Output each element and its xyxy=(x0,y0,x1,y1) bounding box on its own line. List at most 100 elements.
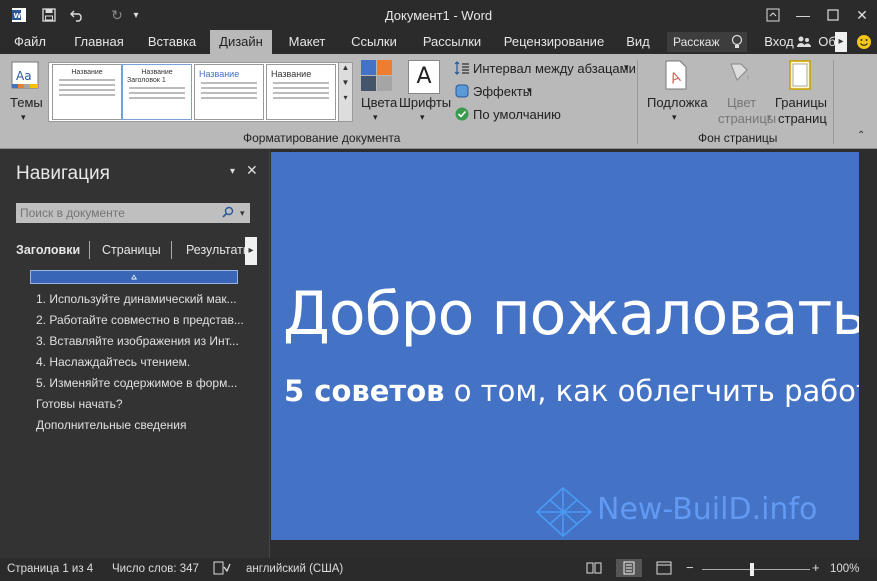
ribbon-tabs: Файл Главная Вставка Дизайн Макет Ссылки… xyxy=(0,30,877,54)
ribbon-display-icon[interactable] xyxy=(758,0,788,30)
tab-divider xyxy=(171,241,172,259)
group-page-background: Фон страницы xyxy=(698,131,778,145)
fonts-label[interactable]: Шрифты xyxy=(399,95,451,110)
zoom-slider-thumb[interactable] xyxy=(750,563,754,576)
zoom-level[interactable]: 100% xyxy=(830,563,859,575)
proofing-icon[interactable] xyxy=(213,561,231,578)
status-bar: Страница 1 из 4 Число слов: 347 английск… xyxy=(0,558,877,581)
paragraph-spacing-dropdown-icon[interactable]: ▾ xyxy=(624,62,629,73)
themes-dropdown-icon[interactable]: ▾ xyxy=(21,112,26,123)
document-search-input[interactable] xyxy=(16,203,250,223)
gallery-down-icon[interactable]: ▼ xyxy=(339,78,352,87)
zoom-in-icon[interactable]: + xyxy=(812,560,820,575)
page-borders-icon[interactable] xyxy=(789,60,811,93)
search-options-icon[interactable]: ▾ xyxy=(240,208,245,219)
collapse-headings-icon[interactable]: ⩠ xyxy=(30,270,238,284)
watermark-dropdown-icon[interactable]: ▾ xyxy=(672,112,677,123)
effects-button[interactable]: Эффекты xyxy=(473,84,532,99)
gallery-scroll[interactable]: ▲ ▼ ▾ xyxy=(338,62,353,122)
fonts-icon[interactable]: A xyxy=(408,60,440,94)
search-icon[interactable] xyxy=(222,206,234,221)
tab-view[interactable]: Вид xyxy=(620,30,656,54)
collapse-ribbon-icon[interactable]: ⌃ xyxy=(857,130,865,141)
heading-item[interactable]: 4. Наслаждайтесь чтением. xyxy=(36,355,190,369)
svg-text:Aa: Aa xyxy=(16,69,32,83)
tell-me-input[interactable]: Расскаж xyxy=(667,32,747,52)
minimize-icon[interactable]: — xyxy=(788,0,818,30)
page-count[interactable]: Страница 1 из 4 xyxy=(7,563,93,575)
style-gallery-item[interactable]: Название xyxy=(52,64,122,120)
maximize-icon[interactable] xyxy=(818,0,848,30)
signin-link[interactable]: Вход xyxy=(762,30,796,54)
group-document-formatting: Форматирование документа xyxy=(243,131,401,145)
watermark-label[interactable]: Подложка xyxy=(647,95,708,110)
close-icon[interactable]: ✕ xyxy=(847,0,877,30)
web-layout-icon[interactable] xyxy=(656,561,672,578)
gallery-item-title: Название xyxy=(271,69,312,79)
window-title: Документ1 - Word xyxy=(384,8,493,23)
page-borders-label[interactable]: Границы xyxy=(775,95,827,110)
tab-insert[interactable]: Вставка xyxy=(140,30,204,54)
watermark-text: New-BuilD.info xyxy=(597,492,818,527)
gallery-item-title: Название xyxy=(199,69,240,79)
title-bar: W ↻ ▾ Документ1 - Word — ✕ xyxy=(0,0,877,30)
effects-dropdown-icon[interactable]: ▾ xyxy=(527,85,532,96)
tabs-scroll-right-icon[interactable]: ▸ xyxy=(245,237,257,265)
document-heading: Добро пожаловать xyxy=(283,279,859,349)
heading-item[interactable]: 3. Вставляйте изображения из Инт... xyxy=(36,334,239,348)
tab-home[interactable]: Главная xyxy=(66,30,132,54)
gallery-more-icon[interactable]: ▾ xyxy=(339,93,352,102)
tab-results[interactable]: Результать xyxy=(186,243,249,257)
colors-dropdown-icon[interactable]: ▾ xyxy=(373,112,378,123)
style-gallery-item[interactable]: Название xyxy=(266,64,336,120)
gallery-item-subtitle: Заголовок 1 xyxy=(127,77,166,84)
zoom-slider-track[interactable] xyxy=(702,569,810,570)
heading-item[interactable]: 2. Работайте совместно в представ... xyxy=(36,313,244,327)
share-button[interactable]: Об xyxy=(818,30,836,54)
heading-item[interactable]: 5. Изменяйте содержимое в форм... xyxy=(36,376,237,390)
heading-item[interactable]: Готовы начать? xyxy=(36,397,123,411)
document-page[interactable]: Добро пожаловать 5 советов о том, как об… xyxy=(271,152,859,540)
colors-button[interactable] xyxy=(361,60,393,95)
tabs-scroll-right-icon[interactable]: ▸ xyxy=(835,32,847,52)
set-as-default-button[interactable]: По умолчанию xyxy=(473,107,561,122)
page-borders-label-2[interactable]: страниц xyxy=(778,111,827,126)
tab-mailings[interactable]: Рассылки xyxy=(414,30,490,54)
navigation-pane: Навигация ▾ ✕ ▾ Заголовки Страницы Резул… xyxy=(0,149,270,558)
style-gallery-item[interactable]: Название xyxy=(194,64,264,120)
themes-label: Темы xyxy=(10,95,43,110)
checkmark-icon xyxy=(455,107,469,124)
language-indicator[interactable]: английский (США) xyxy=(246,563,343,575)
pane-options-icon[interactable]: ▾ xyxy=(230,166,235,177)
tab-references[interactable]: Ссылки xyxy=(344,30,404,54)
style-gallery-item[interactable]: Название Заголовок 1 xyxy=(122,64,192,120)
tab-headings[interactable]: Заголовки xyxy=(16,243,80,257)
watermark-logo-icon xyxy=(533,484,595,540)
gallery-up-icon[interactable]: ▲ xyxy=(339,63,352,72)
page-color-icon xyxy=(727,60,753,93)
zoom-out-icon[interactable]: − xyxy=(686,560,694,575)
heading-item[interactable]: Дополнительные сведения xyxy=(36,418,186,432)
smiley-icon[interactable] xyxy=(856,34,872,53)
read-mode-icon[interactable] xyxy=(586,561,602,578)
themes-button[interactable]: Aa xyxy=(10,60,42,95)
fonts-dropdown-icon[interactable]: ▾ xyxy=(420,112,425,123)
people-icon xyxy=(796,35,812,52)
paragraph-spacing-button[interactable]: Интервал между абзацами xyxy=(473,61,636,76)
subtitle-bold: 5 советов xyxy=(284,374,445,408)
heading-item[interactable]: 1. Используйте динамический мак... xyxy=(36,292,237,306)
gallery-item-title: Название xyxy=(71,69,103,76)
watermark-icon[interactable]: A xyxy=(665,60,687,93)
word-count[interactable]: Число слов: 347 xyxy=(112,563,199,575)
tab-review[interactable]: Рецензирование xyxy=(500,30,608,54)
page-color-label: Цвет xyxy=(727,95,757,110)
tab-pages[interactable]: Страницы xyxy=(102,243,161,257)
effects-icon xyxy=(455,84,469,101)
print-layout-icon[interactable] xyxy=(616,559,642,577)
tab-layout[interactable]: Макет xyxy=(280,30,334,54)
tell-me-label: Расскаж xyxy=(673,35,720,49)
close-pane-icon[interactable]: ✕ xyxy=(246,162,258,179)
themes-icon: Aa xyxy=(11,61,39,89)
tab-design[interactable]: Дизайн xyxy=(210,30,272,54)
tab-file[interactable]: Файл xyxy=(8,30,52,54)
